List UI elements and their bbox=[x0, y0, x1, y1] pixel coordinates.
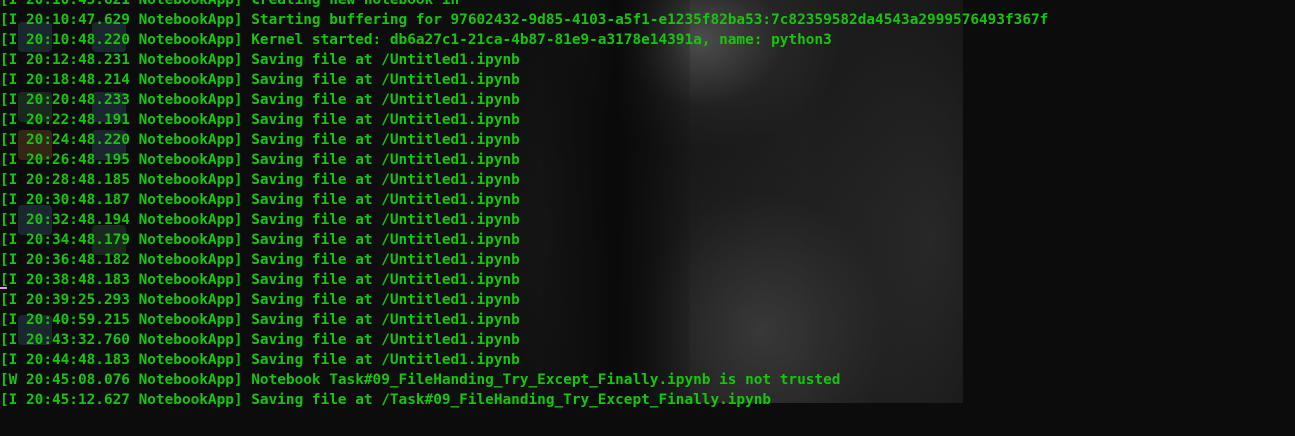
log-line: [I 20:45:12.627 NotebookApp] Saving file… bbox=[0, 392, 772, 408]
log-line: [I 20:26:48.195 NotebookApp] Saving file… bbox=[0, 152, 520, 168]
log-line: [I 20:24:48.220 NotebookApp] Saving file… bbox=[0, 132, 520, 148]
log-line: [I 20:34:48.179 NotebookApp] Saving file… bbox=[0, 232, 520, 248]
log-line: [I 20:30:48.187 NotebookApp] Saving file… bbox=[0, 192, 520, 208]
log-line: [I 20:20:48.233 NotebookApp] Saving file… bbox=[0, 92, 520, 108]
log-line: [I 20:40:59.215 NotebookApp] Saving file… bbox=[0, 312, 520, 328]
log-line: [I 20:10:45.621 NotebookApp] Creating ne… bbox=[0, 0, 460, 8]
log-line: [I 20:12:48.231 NotebookApp] Saving file… bbox=[0, 52, 520, 68]
log-line: [I 20:44:48.183 NotebookApp] Saving file… bbox=[0, 352, 520, 368]
log-line: [I 20:10:48.220 NotebookApp] Kernel star… bbox=[0, 32, 832, 48]
terminal-output: [I 20:10:45.621 NotebookApp] Creating ne… bbox=[0, 0, 1048, 410]
log-line: [I 20:38:48.183 NotebookApp] Saving file… bbox=[0, 272, 520, 288]
log-line: [I 20:39:25.293 NotebookApp] Saving file… bbox=[0, 292, 520, 308]
log-line: [I 20:22:48.191 NotebookApp] Saving file… bbox=[0, 112, 520, 128]
log-line: [W 20:45:08.076 NotebookApp] Notebook Ta… bbox=[0, 372, 841, 388]
terminal-window[interactable]: [I 20:10:45.621 NotebookApp] Creating ne… bbox=[0, 0, 1295, 436]
log-line: [I 20:18:48.214 NotebookApp] Saving file… bbox=[0, 72, 520, 88]
log-line: [I 20:10:47.629 NotebookApp] Starting bu… bbox=[0, 12, 1049, 28]
log-line: [I 20:28:48.185 NotebookApp] Saving file… bbox=[0, 172, 520, 188]
log-line: [I 20:43:32.760 NotebookApp] Saving file… bbox=[0, 332, 520, 348]
text-cursor bbox=[0, 287, 7, 289]
log-line: [I 20:32:48.194 NotebookApp] Saving file… bbox=[0, 212, 520, 228]
log-line: [I 20:36:48.182 NotebookApp] Saving file… bbox=[0, 252, 520, 268]
